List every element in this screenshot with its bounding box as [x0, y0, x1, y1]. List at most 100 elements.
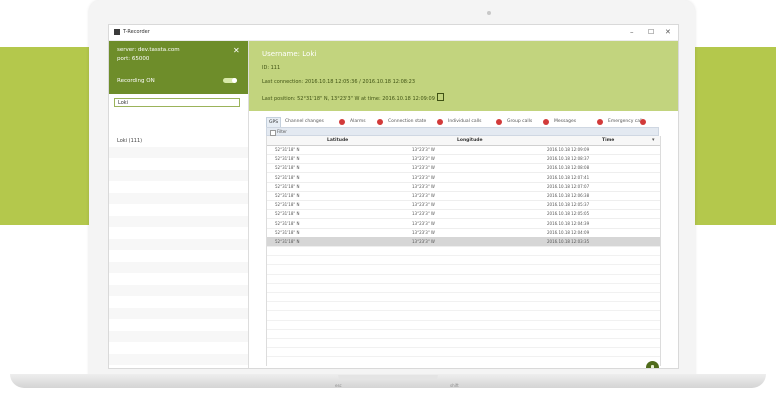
gps-table: Latitude Longitude Time ▾ 52°31'18" N 13°… [266, 136, 661, 366]
tab-group-calls[interactable]: Group calls [505, 117, 534, 127]
tab-label: Individual calls [448, 119, 482, 124]
list-item-empty [109, 284, 248, 296]
cell-time: 2016.10.18 12:04:09 [547, 229, 590, 235]
list-item-empty [109, 146, 248, 158]
last-connection: Last connection: 2016.10.18 12:05:36 / 2… [262, 79, 416, 85]
recording-toggle[interactable] [223, 78, 237, 83]
user-header: Username: Loki ID: 111 Last connection: … [249, 41, 678, 111]
column-longitude[interactable]: Longitude [457, 138, 483, 143]
info-icon[interactable] [646, 361, 659, 368]
cell-longitude: 13°23'3" W [412, 202, 435, 208]
list-item-empty [109, 250, 248, 261]
tab-label: Alarms [350, 119, 366, 124]
cell-longitude: 13°23'3" W [412, 147, 435, 152]
filter-bar: Filter [266, 127, 659, 136]
cell-latitude: 52°31'18" N [275, 193, 300, 198]
cell-longitude: 13°23'3" W [412, 156, 435, 162]
tab-close-icon[interactable] [597, 119, 603, 125]
cell-time: 2016.10.18 12:06:38 [547, 193, 590, 198]
server-address: server: dev.tassta.com [117, 47, 180, 53]
cell-longitude: 13°23'3" W [412, 165, 435, 171]
column-latitude[interactable]: Latitude [327, 138, 348, 143]
cell-latitude: 52°31'18" N [275, 211, 300, 217]
filter-label: Filter [277, 129, 287, 134]
column-time[interactable]: Time [602, 138, 614, 143]
list-item-label: Loki (111) [117, 138, 143, 144]
tab-label: Channel changes [285, 119, 324, 124]
cell-longitude: 13°23'3" W [412, 183, 435, 189]
list-item-empty [109, 158, 248, 169]
server-port: port: 65000 [117, 56, 150, 62]
list-item-empty [109, 273, 248, 284]
cell-time: 2016.10.18 12:08:37 [547, 156, 590, 162]
cell-latitude: 52°31'18" N [275, 183, 300, 189]
server-close-icon[interactable]: ✕ [233, 46, 240, 55]
cell-time: 2016.10.18 12:09:09 [547, 147, 590, 152]
list-item-empty [109, 296, 248, 307]
list-item-empty [109, 238, 248, 250]
maximize-button[interactable]: ☐ [648, 28, 654, 36]
list-item-empty [109, 353, 248, 365]
tab-messages[interactable]: Messages [552, 117, 578, 127]
left-pane: server: dev.tassta.com port: 65000 Recor… [109, 41, 249, 368]
cell-time: 2016.10.18 12:05:05 [547, 211, 590, 217]
tab-close-icon[interactable] [640, 119, 646, 125]
list-item-empty [109, 227, 248, 238]
list-item-empty [109, 330, 248, 342]
sort-arrow-icon[interactable]: ▾ [652, 137, 655, 143]
cell-time: 2016.10.18 12:07:07 [547, 183, 590, 189]
close-button[interactable]: ✕ [665, 28, 671, 36]
laptop-notch [338, 375, 438, 380]
tab-connection-state[interactable]: Connection state [386, 117, 428, 127]
list-item-empty [109, 261, 248, 273]
username: Username: Loki [262, 50, 317, 58]
table-row-empty [267, 347, 660, 358]
user-id: ID: 111 [262, 65, 281, 71]
list-item-empty [109, 342, 248, 353]
tab-close-icon[interactable] [437, 119, 443, 125]
tab-label: Messages [554, 119, 577, 124]
cell-latitude: 52°31'18" N [275, 156, 300, 162]
tab-gps[interactable]: GPS [266, 117, 282, 127]
server-panel: server: dev.tassta.com port: 65000 Recor… [109, 41, 248, 94]
cell-longitude: 13°23'3" W [412, 211, 435, 217]
title-bar: T-Recorder – ☐ ✕ [109, 25, 678, 41]
minimize-button[interactable]: – [630, 28, 634, 36]
list-item-empty [109, 204, 248, 215]
list-item-empty [109, 192, 248, 204]
cell-longitude: 13°23'3" W [412, 193, 435, 198]
tab-channel-changes[interactable]: Channel changes [283, 117, 326, 127]
tab-close-icon[interactable] [496, 119, 502, 125]
tab-individual-calls[interactable]: Individual calls [446, 117, 483, 127]
tab-close-icon[interactable] [377, 119, 383, 125]
list-item-empty [109, 307, 248, 319]
cell-latitude: 52°31'18" N [275, 229, 300, 235]
camera-icon [487, 11, 491, 15]
list-item-empty [109, 319, 248, 330]
last-position: Last position: 52°31'18" N, 13°23'3" W a… [262, 93, 444, 102]
tab-close-icon[interactable] [543, 119, 549, 125]
base-label-right: shift [450, 383, 459, 388]
list-item-empty [109, 169, 248, 181]
list-item-empty [109, 181, 248, 192]
app-logo-icon [114, 29, 120, 35]
search-input[interactable] [114, 98, 240, 107]
window-title: T-Recorder [123, 29, 150, 35]
tab-alarms[interactable]: Alarms [348, 117, 368, 127]
last-position-text: Last position: 52°31'18" N, 13°23'3" W a… [262, 96, 435, 102]
list-item-empty [109, 365, 248, 368]
cell-latitude: 52°31'18" N [275, 220, 300, 226]
cell-longitude: 13°23'3" W [412, 239, 435, 244]
cell-latitude: 52°31'18" N [275, 174, 300, 180]
tab-close-icon[interactable] [339, 119, 345, 125]
cell-latitude: 52°31'18" N [275, 147, 300, 152]
tab-label: GPS [269, 120, 279, 125]
cell-longitude: 13°23'3" W [412, 229, 435, 235]
cell-time: 2016.10.18 12:03:35 [547, 239, 590, 244]
app-window: T-Recorder – ☐ ✕ server: dev.tassta.com … [108, 24, 679, 369]
copy-icon[interactable] [436, 93, 444, 101]
list-item-empty [109, 215, 248, 227]
cell-latitude: 52°31'18" N [275, 165, 300, 171]
base-label-left: esc [335, 383, 342, 388]
list-item[interactable]: Loki (111) [109, 135, 248, 146]
